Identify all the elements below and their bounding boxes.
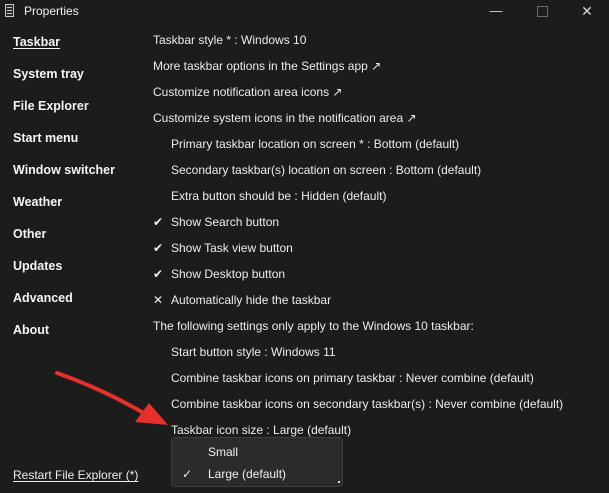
taskbar-icon-size-setting[interactable]: Taskbar icon size : Large (default) bbox=[171, 423, 351, 437]
close-button[interactable]: ✕ bbox=[567, 2, 607, 20]
title-bar: Properties — ✕ bbox=[0, 0, 609, 22]
nav-item-weather[interactable]: Weather bbox=[13, 195, 62, 209]
selected-check-icon: ✓ bbox=[182, 467, 193, 481]
minimize-button[interactable]: — bbox=[476, 2, 516, 20]
nav-item-start-menu[interactable]: Start menu bbox=[13, 131, 78, 145]
cross-icon: ✕ bbox=[153, 293, 164, 307]
dropdown-option-large-default[interactable]: Large (default) bbox=[208, 467, 286, 481]
start-button-style-setting[interactable]: Start button style : Windows 11 bbox=[171, 345, 336, 359]
window-title: Properties bbox=[24, 4, 79, 18]
primary-location-setting[interactable]: Primary taskbar location on screen * : B… bbox=[171, 137, 459, 151]
taskbar-style-setting[interactable]: Taskbar style * : Windows 10 bbox=[153, 33, 306, 47]
combine-primary-setting[interactable]: Combine taskbar icons on primary taskbar… bbox=[171, 371, 534, 385]
windows10-section-note: The following settings only apply to the… bbox=[153, 319, 474, 333]
maximize-icon bbox=[536, 6, 548, 18]
show-search-toggle[interactable]: Show Search button bbox=[171, 215, 279, 229]
show-task-view-toggle[interactable]: Show Task view button bbox=[171, 241, 293, 255]
icon-size-dropdown-menu: Small ✓ Large (default) bbox=[171, 437, 343, 487]
extra-button-setting[interactable]: Extra button should be : Hidden (default… bbox=[171, 189, 386, 203]
nav-item-advanced[interactable]: Advanced bbox=[13, 291, 73, 305]
show-desktop-toggle[interactable]: Show Desktop button bbox=[171, 267, 285, 281]
nav-item-system-tray[interactable]: System tray bbox=[13, 67, 84, 81]
nav-item-window-switcher[interactable]: Window switcher bbox=[13, 163, 115, 177]
notification-icons-link[interactable]: Customize notification area icons ↗ bbox=[153, 85, 342, 99]
system-icons-link[interactable]: Customize system icons in the notificati… bbox=[153, 111, 417, 125]
auto-hide-toggle[interactable]: Automatically hide the taskbar bbox=[171, 293, 331, 307]
secondary-location-setting[interactable]: Secondary taskbar(s) location on screen … bbox=[171, 163, 481, 177]
combine-secondary-setting[interactable]: Combine taskbar icons on secondary taskb… bbox=[171, 397, 563, 411]
restart-file-explorer-link[interactable]: Restart File Explorer (*) bbox=[13, 468, 138, 482]
checkmark-icon: ✔ bbox=[153, 241, 164, 255]
nav-item-taskbar[interactable]: Taskbar bbox=[13, 35, 60, 49]
nav-item-other[interactable]: Other bbox=[13, 227, 46, 241]
red-arrow-annotation-icon bbox=[55, 371, 168, 425]
resize-grip-icon bbox=[338, 481, 340, 483]
more-options-link[interactable]: More taskbar options in the Settings app… bbox=[153, 59, 381, 73]
dropdown-option-small[interactable]: Small bbox=[208, 445, 238, 459]
checkmark-icon: ✔ bbox=[153, 215, 164, 229]
nav-item-updates[interactable]: Updates bbox=[13, 259, 62, 273]
nav-item-about[interactable]: About bbox=[13, 323, 49, 337]
app-icon bbox=[5, 4, 14, 17]
maximize-button[interactable] bbox=[522, 2, 562, 20]
checkmark-icon: ✔ bbox=[153, 267, 164, 281]
nav-item-file-explorer[interactable]: File Explorer bbox=[13, 99, 89, 113]
